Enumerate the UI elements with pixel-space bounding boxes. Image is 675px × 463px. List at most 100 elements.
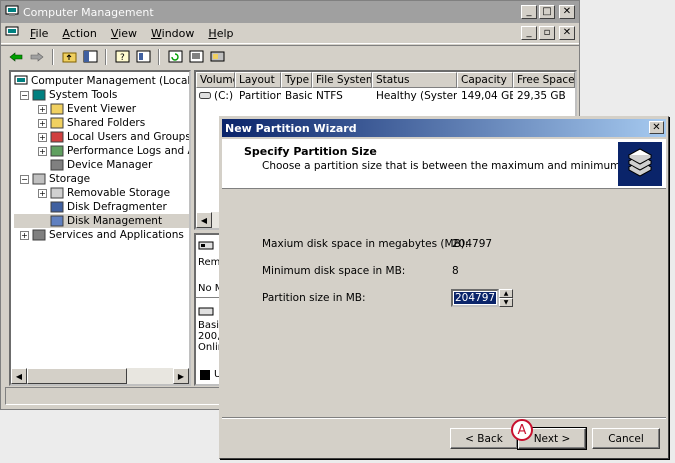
expand-icon[interactable]: + [38,104,47,114]
column-header-type[interactable]: Type [281,72,312,88]
show-hide-tree-icon[interactable] [81,49,99,65]
menu-bar: File Action View Window Help _ ▫ ✕ [1,24,579,44]
tree-item-label: Disk Management [67,215,163,227]
column-header-layout[interactable]: Layout [235,72,281,88]
tree-item[interactable]: Device Manager [14,158,189,172]
properties-icon[interactable] [134,49,152,65]
tree-item-label: Removable Storage [67,187,171,199]
wizard-close-button[interactable]: ✕ [649,121,664,134]
minimize-button[interactable]: _ [521,5,537,19]
menu-action[interactable]: Action [55,27,103,40]
refresh-icon[interactable] [166,49,184,65]
scroll-right-button[interactable]: ▶ [173,368,189,384]
tree-item-label: System Tools [49,89,118,101]
wizard-titlebar[interactable]: New Partition Wizard ✕ [222,119,666,137]
window-title: Computer Management [23,5,154,19]
max-disk-space-label: Maxium disk space in megabytes (MB): [262,238,469,250]
tree-item[interactable]: − System Tools [14,88,189,102]
wizard-subheading: Choose a partition size that is between … [262,160,653,172]
tree-item[interactable]: + Local Users and Groups [14,130,189,144]
tree-node-icon [50,201,64,213]
tree-node-icon [50,145,64,157]
tree-item[interactable]: + Removable Storage [14,186,189,200]
scroll-left-button[interactable]: ◀ [11,368,27,384]
toolbar: ? [1,45,579,67]
max-disk-space-value: 204797 [452,238,493,250]
child-close-button[interactable]: ✕ [559,26,575,40]
cancel-button[interactable]: Cancel [592,428,660,449]
up-one-level-icon[interactable] [60,49,78,65]
svg-text:?: ? [120,53,125,63]
new-partition-wizard-dialog: New Partition Wizard ✕ Specify Partition… [219,116,669,459]
volume-file-system: NTFS [316,89,343,102]
tree-node-icon [32,173,46,185]
partition-size-input[interactable]: 204797 [451,289,499,307]
disk-settings-icon[interactable] [208,49,226,65]
computer-management-icon [14,75,28,85]
tree-item-root[interactable]: Computer Management (Local) [14,74,189,88]
tree-item[interactable]: Disk Management [14,214,189,228]
app-icon [5,5,19,20]
spin-down-button[interactable]: ▼ [499,298,513,307]
tree-item[interactable]: + Performance Logs and Alerts [14,144,189,158]
child-restore-button[interactable]: ▫ [539,26,555,40]
expand-icon[interactable]: + [38,188,47,198]
min-disk-space-label: Minimum disk space in MB: [262,265,406,277]
column-header-file-system[interactable]: File System [312,72,372,88]
column-header-status[interactable]: Status [372,72,457,88]
tree-item-label: Device Manager [67,159,153,171]
tree-item[interactable]: − Storage [14,172,189,186]
column-header-free-space[interactable]: Free Space [513,72,575,88]
expand-icon[interactable]: + [38,132,47,142]
volume-name: (C:) [214,89,234,102]
tree-item[interactable]: + Event Viewer [14,102,189,116]
menu-help[interactable]: Help [201,27,240,40]
tree-item[interactable]: Disk Defragmenter [14,200,189,214]
tree-item[interactable]: + Services and Applications [14,228,189,242]
menu-window[interactable]: Window [144,27,201,40]
tree-item-label: Local Users and Groups [67,131,191,143]
volume-free-space: 29,35 GB [517,89,566,102]
toolbar-separator [52,48,54,65]
wizard-heading: Specify Partition Size [244,145,377,158]
partition-size-label: Partition size in MB: [262,292,366,304]
spin-up-button[interactable]: ▲ [499,289,513,298]
menu-file[interactable]: File [23,27,55,40]
expand-icon[interactable]: + [20,230,29,240]
collapse-icon[interactable]: − [20,90,29,100]
volume-capacity: 149,04 GB [461,89,513,102]
back-button[interactable]: < Back [450,428,518,449]
console-tree-pane: Computer Management (Local) − System Tool… [9,70,191,386]
window-titlebar[interactable]: Computer Management _ □ ✕ [1,1,579,23]
tree-item-label: Performance Logs and Alerts [67,145,189,157]
tree-item-label: Shared Folders [67,117,146,129]
help-icon[interactable]: ? [113,49,131,65]
export-list-icon[interactable] [187,49,205,65]
tree-item-label: Storage [49,173,91,185]
tree-horizontal-scrollbar[interactable]: ◀ ▶ [11,368,189,384]
tree-node-icon [50,215,64,227]
collapse-icon[interactable]: − [20,174,29,184]
child-minimize-button[interactable]: _ [521,26,537,40]
menu-view[interactable]: View [104,27,144,40]
close-button[interactable]: ✕ [559,5,575,19]
tree-scroll-thumb[interactable] [27,368,127,384]
disk-stack-icon [618,142,662,186]
wizard-title: New Partition Wizard [225,121,357,135]
hard-disk-icon [198,307,214,316]
column-header-capacity[interactable]: Capacity [457,72,513,88]
partition-size-label-text: Partition size in MB: [262,292,366,304]
callout-marker: A [511,419,533,441]
forward-arrow-icon[interactable] [28,49,46,65]
expand-icon[interactable]: + [38,118,47,128]
volume-type: Basic [285,89,312,102]
tree-item[interactable]: + Shared Folders [14,116,189,130]
expand-icon[interactable]: + [38,146,47,156]
volume-row[interactable]: (C:) Partition Basic NTFS Healthy (Syste… [196,88,575,103]
maximize-button[interactable]: □ [539,5,555,19]
toolbar-separator [158,48,160,65]
scroll-left-button[interactable]: ◀ [196,212,212,228]
wizard-header: Specify Partition Size Choose a partitio… [222,139,666,189]
back-arrow-icon[interactable] [7,49,25,65]
column-header-volume[interactable]: Volume [196,72,235,88]
